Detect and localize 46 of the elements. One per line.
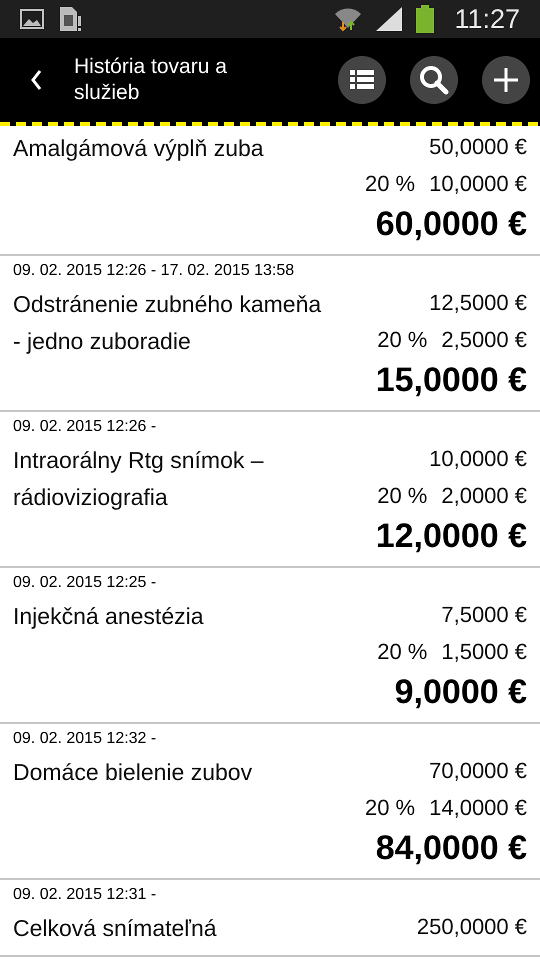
price-amount: 7,5000 € [441,601,527,629]
total-amount: 9,0000 € [394,672,527,713]
date-range: 09. 02. 2015 12:26 - [13,417,158,437]
wifi-icon [334,6,362,32]
screen-title: História tovaru a služieb [74,54,228,106]
vat-amount: 10,0000 € [429,170,527,198]
price-amount: 10,0000 € [429,445,527,473]
list-icon [350,70,374,90]
price-amount: 70,0000 € [429,757,527,785]
vat-rate: 20 % [377,326,428,354]
price-amount: 12,5000 € [429,289,527,317]
vat-amount: 14,0000 € [429,794,527,822]
date-range: 09. 02. 2015 12:26 - 17. 02. 2015 13:58 [13,261,296,281]
price-amount: 50,0000 € [429,133,527,161]
add-button[interactable] [482,56,530,104]
battery-icon [416,5,434,33]
vat-rate: 20 % [364,794,416,822]
vat-amount: 2,0000 € [441,482,527,510]
list-button[interactable] [338,56,386,104]
total-amount: 12,0000 € [376,516,527,557]
date-range: 09. 02. 2015 12:32 - [13,729,158,749]
service-name[interactable]: Domáce bielenie zubov [13,752,323,870]
vat-rate: 20 % [377,638,428,666]
total-amount: 84,0000 € [376,828,527,869]
sim-card-icon [58,6,82,32]
image-icon [20,9,44,29]
service-name[interactable]: Amalgámová výplň zuba [13,128,323,246]
search-button[interactable] [410,56,458,104]
service-name[interactable]: Intraorálny Rtg snímok – rádioviziografia [13,440,323,558]
vat-rate: 20 % [364,170,416,198]
service-name[interactable]: Injekčná anestézia [13,596,323,714]
vat-amount: 2,5000 € [441,326,527,354]
search-icon [419,65,449,95]
plus-icon [493,67,519,93]
total-amount: 60,0000 € [376,204,527,245]
total-amount: 15,0000 € [376,360,527,401]
vat-rate: 20 % [377,482,428,510]
date-range: 09. 02. 2015 12:31 - [13,885,158,905]
service-name[interactable]: Odstránenie zubného kameňa - jedno zuboradie [13,284,323,402]
back-icon[interactable] [30,69,42,91]
signal-icon [376,7,402,31]
vat-amount: 1,5000 € [441,638,527,666]
date-range: 09. 02. 2015 12:25 - [13,573,158,593]
price-amount: 250,0000 € [416,913,527,941]
clock-time: 11:27 [454,4,520,34]
service-name[interactable]: Celková snímateľná [13,908,323,947]
